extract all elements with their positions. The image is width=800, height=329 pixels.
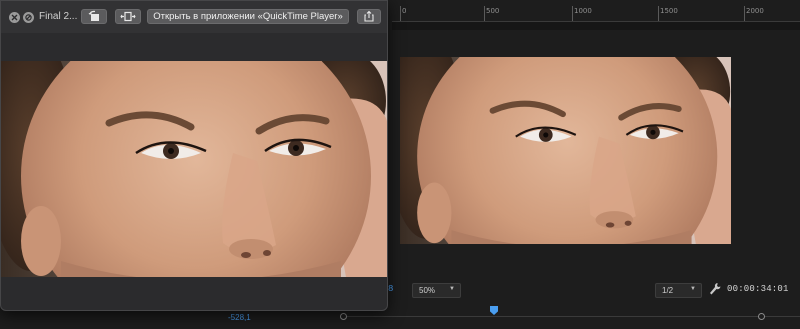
open-in-quicktime-button[interactable]: Открыть в приложении «QuickTime Player» <box>147 9 349 24</box>
rotate-icon <box>88 10 99 21</box>
position-value: -528,1 <box>228 313 251 322</box>
out-point-marker[interactable] <box>758 313 765 320</box>
program-video-frame[interactable] <box>400 57 731 244</box>
playhead-timecode-fragment: 8 <box>388 284 394 294</box>
open-in-quicktime-label: Открыть в приложении «QuickTime Player» <box>153 11 343 22</box>
share-button[interactable] <box>357 9 381 24</box>
ruler-label: 500 <box>486 7 500 15</box>
fullscreen-button[interactable] <box>23 12 34 23</box>
video-preview[interactable] <box>1 61 387 277</box>
in-point-marker[interactable] <box>340 313 347 320</box>
zoom-level-select[interactable]: 50% ▼ <box>412 283 461 298</box>
duration-timecode: 00:00:34:01 <box>727 284 789 294</box>
timeline-ruler[interactable]: 0 500 1000 1500 2000 <box>392 6 800 22</box>
ruler-label: 2000 <box>746 7 764 15</box>
trim-icon <box>120 11 136 22</box>
ruler-tick <box>400 6 401 21</box>
chevron-down-icon: ▼ <box>449 286 455 292</box>
ruler-tick <box>744 6 745 21</box>
ruler-tick <box>658 6 659 21</box>
ruler-label: 1500 <box>660 7 678 15</box>
resolution-value: 1/2 <box>662 286 674 295</box>
chevron-down-icon: ▼ <box>690 286 696 292</box>
video-frame-image <box>1 61 387 277</box>
wrench-icon[interactable] <box>709 282 721 296</box>
fullscreen-icon <box>25 14 32 21</box>
quicklook-window: Final 2... Открыть в приложении «QuickTi… <box>0 0 388 311</box>
program-frame-image <box>400 57 731 244</box>
scrub-track <box>344 316 800 317</box>
close-icon <box>11 14 18 21</box>
share-icon <box>364 10 374 22</box>
ruler-label: 1000 <box>574 7 592 15</box>
window-titlebar: Final 2... Открыть в приложении «QuickTi… <box>1 1 387 33</box>
ruler-tick <box>572 6 573 21</box>
playback-resolution-select[interactable]: 1/2 ▼ <box>655 283 702 298</box>
close-button[interactable] <box>9 12 20 23</box>
ruler-tick <box>484 6 485 21</box>
ruler-strip <box>392 22 800 30</box>
zoom-level-value: 50% <box>419 286 436 295</box>
window-title: Final 2... <box>39 11 78 22</box>
scrub-bar[interactable] <box>340 306 800 324</box>
rotate-button[interactable] <box>81 9 107 24</box>
ruler-label: 0 <box>402 7 407 15</box>
playhead-marker[interactable] <box>490 306 498 315</box>
trim-button[interactable] <box>115 9 141 24</box>
